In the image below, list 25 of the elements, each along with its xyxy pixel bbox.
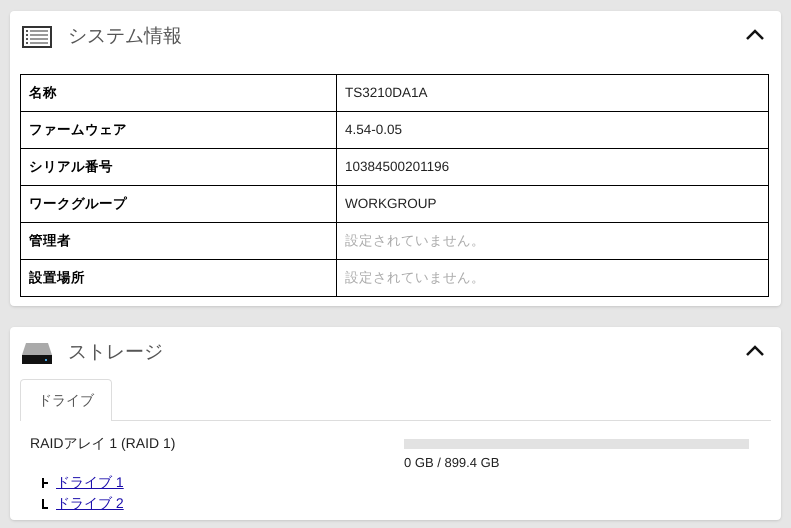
table-cell: シリアル番号 <box>20 148 336 186</box>
table-cell: 管理者 <box>20 222 336 260</box>
panel-title: ストレージ <box>68 340 163 365</box>
table-cell: 設置場所 <box>20 260 336 296</box>
panel-title: システム情報 <box>68 24 182 49</box>
table-cell: 設定されていません。 <box>336 222 768 260</box>
table-cell: ファームウェア <box>20 112 336 148</box>
usage-text: 0 GB / 899.4 GB <box>404 454 500 472</box>
table-cell: ワークグループ <box>20 186 336 222</box>
list-icon <box>22 26 52 48</box>
chevron-up-icon <box>745 345 765 357</box>
table-cell: 4.54-0.05 <box>336 112 768 148</box>
table-cell: TS3210DA1A <box>336 74 768 112</box>
drive-link[interactable]: ドライブ 1 <box>56 472 124 493</box>
drive-link[interactable]: ドライブ 2 <box>56 493 124 514</box>
tab[interactable]: ドライブ <box>20 379 112 421</box>
hard-drive-icon <box>21 342 53 364</box>
tree-branch-icon <box>42 498 48 508</box>
tree-branch-icon <box>42 478 48 488</box>
table-cell: 10384500201196 <box>336 148 768 186</box>
table-cell: 設定されていません。 <box>336 260 768 296</box>
table-cell: 名称 <box>20 74 336 112</box>
chevron-up-icon <box>745 29 765 41</box>
raid-array-name: RAIDアレイ 1 (RAID 1) <box>30 434 176 453</box>
table-cell: WORKGROUP <box>336 186 768 222</box>
